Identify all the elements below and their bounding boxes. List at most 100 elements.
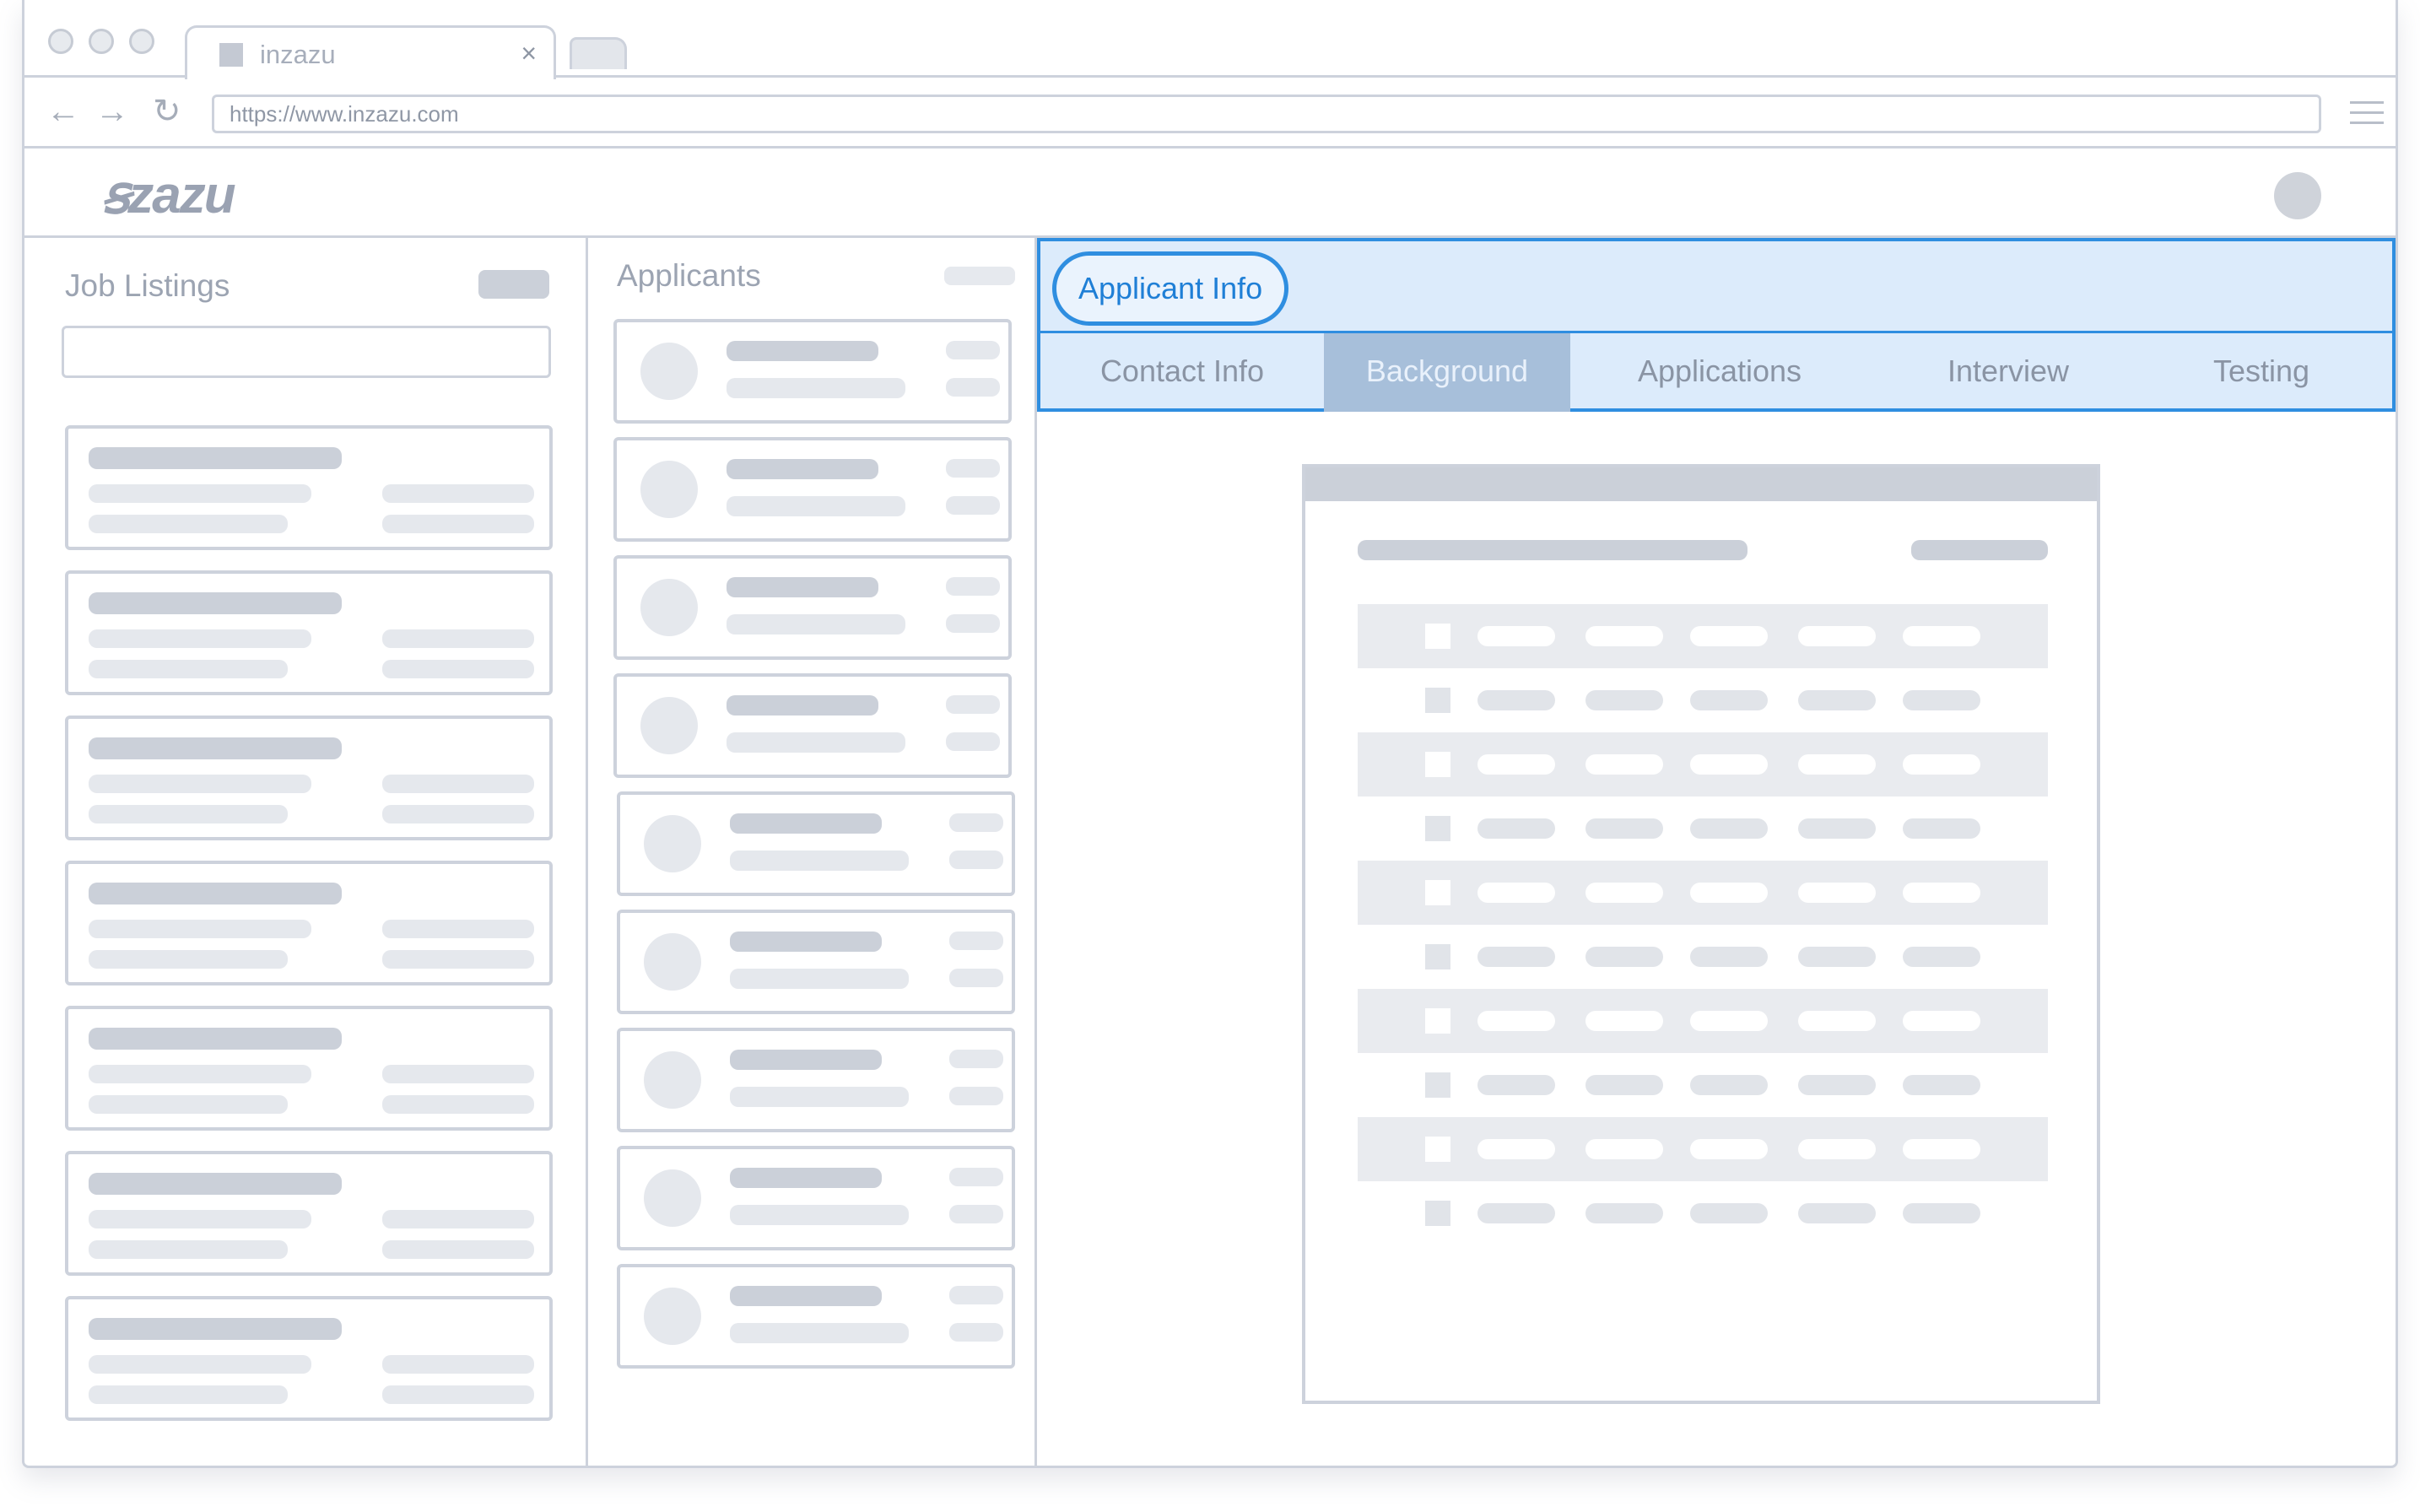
row-checkbox[interactable] (1425, 1201, 1450, 1226)
tab-contact-info[interactable]: Contact Info (1040, 333, 1324, 412)
row-checkbox[interactable] (1425, 880, 1450, 905)
applicant-card[interactable] (613, 673, 1012, 778)
document-table-row (1358, 604, 2048, 668)
user-avatar-icon[interactable] (2274, 172, 2321, 219)
row-checkbox[interactable] (1425, 816, 1450, 841)
applicant-detail-column: Applicant Info Contact Info Background A… (1037, 238, 2396, 1466)
applicant-avatar-placeholder (640, 579, 698, 636)
job-listing-card[interactable] (65, 1151, 553, 1276)
tab-close-icon[interactable]: × (521, 40, 537, 67)
row-checkbox[interactable] (1425, 688, 1450, 713)
applicant-info-button[interactable]: Applicant Info (1052, 251, 1289, 326)
window-maximize-light[interactable] (129, 29, 154, 54)
applicant-meta-placeholder (949, 1087, 1003, 1105)
row-checkbox[interactable] (1425, 1008, 1450, 1034)
applicant-card[interactable] (613, 555, 1012, 660)
document-table-row (1358, 1117, 2048, 1181)
applicant-name-placeholder (730, 1050, 882, 1070)
table-cell-placeholder (1798, 754, 1876, 775)
applicant-name-placeholder (727, 341, 878, 361)
applicant-card[interactable] (617, 1028, 1015, 1132)
job-meta-placeholder (382, 1210, 534, 1228)
table-cell-placeholder (1477, 818, 1555, 839)
table-cell-placeholder (1477, 883, 1555, 903)
job-detail-placeholder (89, 805, 288, 824)
job-title-placeholder (89, 737, 342, 759)
job-listing-card[interactable] (65, 716, 553, 840)
window-close-light[interactable] (48, 29, 73, 54)
forward-arrow-icon[interactable]: → (95, 94, 129, 128)
job-detail-placeholder (89, 1095, 288, 1114)
job-listings-action-button[interactable] (478, 270, 549, 299)
window-minimize-light[interactable] (89, 29, 114, 54)
applicants-column: Applicants (588, 238, 1037, 1466)
table-cell-placeholder (1798, 1075, 1876, 1095)
row-checkbox[interactable] (1425, 624, 1450, 649)
applicant-meta-placeholder (946, 614, 1000, 633)
table-cell-placeholder (1690, 947, 1768, 967)
job-meta-placeholder (382, 629, 534, 648)
applicant-name-placeholder (727, 577, 878, 597)
applicant-name-placeholder (730, 813, 882, 834)
document-title-placeholder (1358, 540, 1747, 560)
table-cell-placeholder (1477, 1203, 1555, 1223)
table-cell-placeholder (1690, 1139, 1768, 1159)
applicant-card[interactable] (617, 1264, 1015, 1369)
applicants-action-button[interactable] (944, 267, 1015, 285)
table-cell-placeholder (1477, 754, 1555, 775)
applicant-detail-placeholder (727, 614, 905, 634)
applicant-avatar-placeholder (640, 697, 698, 754)
app-header: ꞩzazu (24, 148, 2396, 238)
address-bar[interactable]: https://www.inzazu.com (212, 94, 2321, 133)
table-cell-placeholder (1585, 1075, 1663, 1095)
row-checkbox[interactable] (1425, 752, 1450, 777)
applicant-detail-placeholder (730, 850, 909, 871)
job-meta-placeholder (382, 1355, 534, 1374)
job-meta-placeholder (382, 515, 534, 533)
applicant-avatar-placeholder (644, 815, 701, 872)
tab-interview[interactable]: Interview (1869, 333, 2147, 412)
applicant-meta-placeholder (949, 850, 1003, 869)
job-detail-placeholder (89, 1240, 288, 1259)
applicant-card[interactable] (613, 437, 1012, 542)
table-cell-placeholder (1690, 1075, 1768, 1095)
row-checkbox[interactable] (1425, 1072, 1450, 1098)
tab-title: inzazu (260, 40, 336, 69)
job-listing-card[interactable] (65, 425, 553, 550)
tab-applications[interactable]: Applications (1570, 333, 1869, 412)
new-tab-button[interactable] (570, 37, 627, 69)
document-table-row (1358, 732, 2048, 796)
job-meta-placeholder (382, 920, 534, 938)
job-listing-card[interactable] (65, 1296, 553, 1421)
row-checkbox[interactable] (1425, 944, 1450, 969)
table-cell-placeholder (1903, 626, 1980, 646)
back-arrow-icon[interactable]: ← (46, 94, 80, 128)
applicant-meta-placeholder (949, 1205, 1003, 1223)
job-search-input[interactable] (62, 326, 551, 378)
table-cell-placeholder (1585, 818, 1663, 839)
job-listing-card[interactable] (65, 861, 553, 986)
row-checkbox[interactable] (1425, 1137, 1450, 1162)
job-listing-card[interactable] (65, 570, 553, 695)
applicant-meta-placeholder (949, 969, 1003, 987)
table-cell-placeholder (1690, 1011, 1768, 1031)
document-table-row (1358, 796, 2048, 861)
browser-tab[interactable]: inzazu × (185, 25, 556, 79)
job-meta-placeholder (382, 805, 534, 824)
table-cell-placeholder (1477, 1139, 1555, 1159)
job-listing-card[interactable] (65, 1006, 553, 1131)
applicant-card[interactable] (617, 910, 1015, 1014)
applicant-card[interactable] (617, 791, 1015, 896)
reload-icon[interactable]: ↻ (153, 94, 181, 128)
job-meta-placeholder (382, 775, 534, 793)
app-logo[interactable]: ꞩzazu (102, 164, 236, 225)
document-table-row (1358, 1053, 2048, 1117)
table-cell-placeholder (1477, 690, 1555, 710)
applicant-card[interactable] (617, 1146, 1015, 1250)
hamburger-menu-icon[interactable] (2350, 101, 2384, 125)
tab-background[interactable]: Background (1324, 333, 1570, 412)
job-title-placeholder (89, 1173, 342, 1195)
applicant-card[interactable] (613, 319, 1012, 424)
tab-testing[interactable]: Testing (2147, 333, 2375, 412)
table-cell-placeholder (1690, 1203, 1768, 1223)
